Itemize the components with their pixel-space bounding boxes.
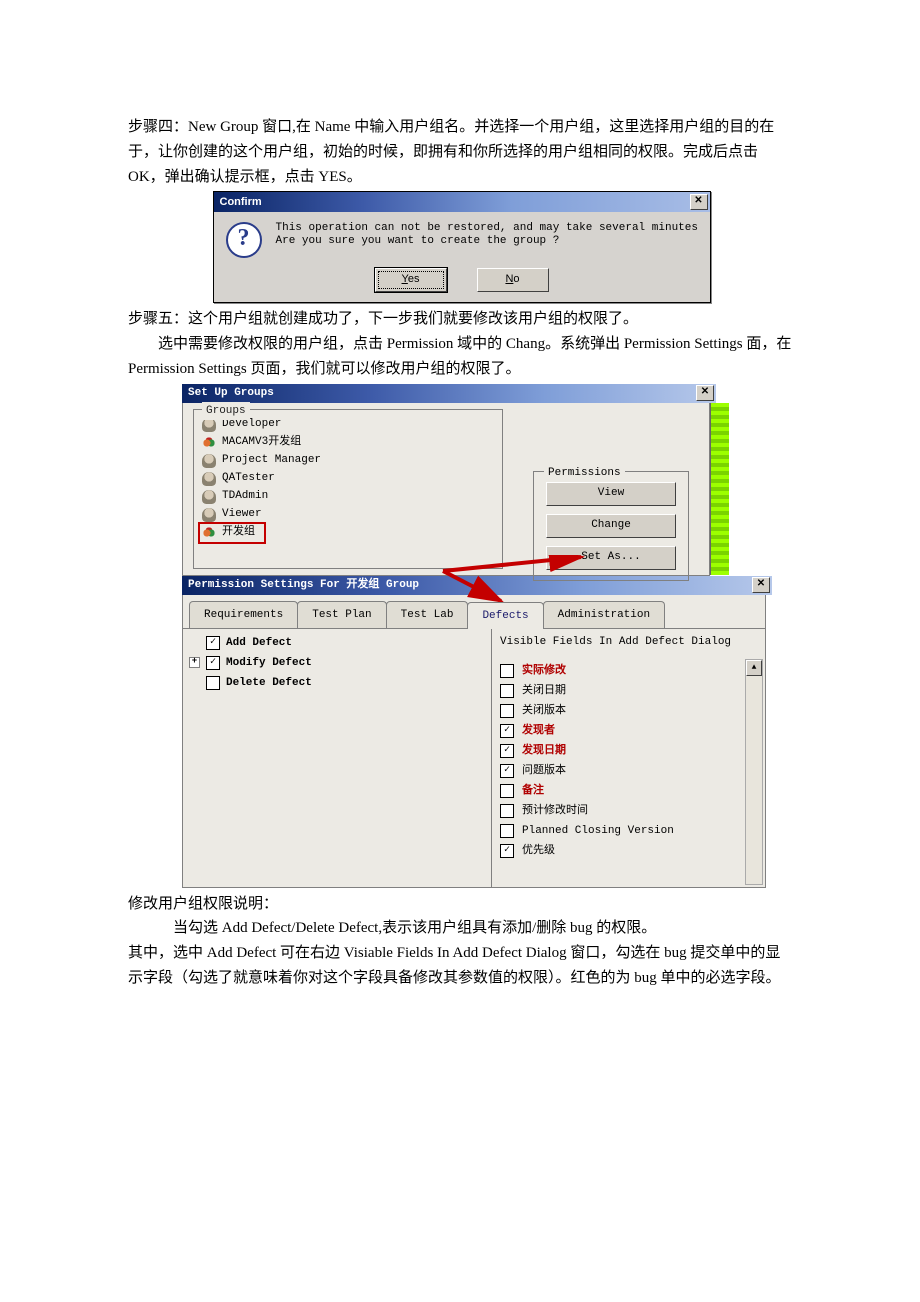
question-icon: ?: [226, 222, 262, 258]
field-row[interactable]: 发现者: [500, 721, 761, 741]
paragraph-perm-desc-heading: 修改用户组权限说明：: [128, 892, 795, 917]
confirm-titlebar: Confirm ✕: [214, 192, 710, 212]
yes-button[interactable]: Yes: [375, 268, 447, 292]
checkbox-icon[interactable]: [500, 664, 514, 678]
set-as-button[interactable]: Set As...: [546, 546, 676, 570]
group-icon: [202, 526, 216, 540]
field-label: 关闭日期: [522, 682, 566, 700]
ruler-decor: [710, 403, 729, 575]
field-row[interactable]: 问题版本: [500, 761, 761, 781]
field-row[interactable]: 实际修改: [500, 661, 761, 681]
user-icon: [202, 508, 216, 522]
user-icon: [202, 472, 216, 486]
group-item-qatester[interactable]: QATester: [202, 470, 494, 488]
checkbox-icon[interactable]: [206, 636, 220, 650]
no-button[interactable]: No: [477, 268, 549, 292]
user-icon: [202, 490, 216, 504]
confirm-dialog-figure: Confirm ✕ ? This operation can not be re…: [128, 191, 795, 303]
checkbox-icon[interactable]: [500, 844, 514, 858]
defect-op-delete[interactable]: Delete Defect: [189, 673, 485, 693]
checkbox-icon[interactable]: [500, 704, 514, 718]
tab-test-lab[interactable]: Test Lab: [386, 601, 469, 628]
field-row[interactable]: 发现日期: [500, 741, 761, 761]
checkbox-icon[interactable]: [500, 684, 514, 698]
field-row[interactable]: 关闭日期: [500, 681, 761, 701]
close-icon[interactable]: ✕: [696, 385, 714, 401]
visible-fields-heading: Visible Fields In Add Defect Dialog: [500, 633, 761, 651]
scrollbar[interactable]: ▲: [745, 659, 763, 885]
checkbox-icon[interactable]: [500, 724, 514, 738]
paragraph-step5b: 选中需要修改权限的用户组，点击 Permission 域中的 Chang。系统弹…: [128, 332, 795, 382]
field-label: 发现日期: [522, 742, 566, 760]
checkbox-icon[interactable]: [500, 744, 514, 758]
user-icon: [202, 454, 216, 468]
checkbox-icon[interactable]: [500, 784, 514, 798]
checkbox-icon[interactable]: [500, 764, 514, 778]
confirm-message: This operation can not be restored, and …: [276, 222, 698, 258]
group-item-devgroup-selected[interactable]: 开发组: [200, 524, 264, 542]
field-row[interactable]: 优先级: [500, 841, 761, 861]
field-row[interactable]: 关闭版本: [500, 701, 761, 721]
paragraph-perm-desc-1: 当勾选 Add Defect/Delete Defect,表示该用户组具有添加/…: [128, 916, 795, 941]
tab-requirements[interactable]: Requirements: [189, 601, 298, 628]
checkbox-icon[interactable]: [500, 804, 514, 818]
groups-legend: Groups: [202, 402, 250, 420]
confirm-title-text: Confirm: [220, 193, 262, 211]
checkbox-icon[interactable]: [206, 676, 220, 690]
paragraph-perm-desc-2: 其中，选中 Add Defect 可在右边 Visiable Fields In…: [128, 941, 795, 991]
permission-settings-title: Permission Settings For 开发组 Group: [188, 576, 419, 594]
close-icon[interactable]: ✕: [690, 194, 708, 210]
view-button[interactable]: View: [546, 482, 676, 506]
setup-groups-title: Set Up Groups: [188, 384, 274, 402]
field-label: 关闭版本: [522, 702, 566, 720]
scroll-up-icon[interactable]: ▲: [746, 660, 762, 676]
field-row[interactable]: Planned Closing Version: [500, 821, 761, 841]
field-label: 问题版本: [522, 762, 566, 780]
field-row[interactable]: 预计修改时间: [500, 801, 761, 821]
field-label: 预计修改时间: [522, 802, 588, 820]
expand-icon[interactable]: +: [189, 657, 200, 668]
groups-permission-figure: Set Up Groups ✕ Groups Developer MACAMV3…: [182, 384, 756, 888]
tab-defects[interactable]: Defects: [467, 602, 543, 629]
group-item-viewer[interactable]: Viewer: [202, 506, 494, 524]
defect-op-modify[interactable]: + Modify Defect: [189, 653, 485, 673]
field-label: Planned Closing Version: [522, 822, 674, 840]
field-label: 实际修改: [522, 662, 566, 680]
field-label: 发现者: [522, 722, 555, 740]
defect-op-add[interactable]: Add Defect: [189, 633, 485, 653]
checkbox-icon[interactable]: [206, 656, 220, 670]
group-item-tdadmin[interactable]: TDAdmin: [202, 488, 494, 506]
tab-test-plan[interactable]: Test Plan: [297, 601, 386, 628]
paragraph-step4: 步骤四：New Group 窗口,在 Name 中输入用户组名。并选择一个用户组…: [128, 115, 795, 189]
field-row[interactable]: 备注: [500, 781, 761, 801]
group-icon: [202, 436, 216, 450]
field-label: 备注: [522, 782, 544, 800]
field-label: 优先级: [522, 842, 555, 860]
permissions-legend: Permissions: [544, 464, 625, 482]
change-button[interactable]: Change: [546, 514, 676, 538]
close-icon[interactable]: ✕: [752, 577, 770, 593]
group-item-pm[interactable]: Project Manager: [202, 452, 494, 470]
group-item-macamv3[interactable]: MACAMV3开发组: [202, 434, 494, 452]
checkbox-icon[interactable]: [500, 824, 514, 838]
paragraph-step5a: 步骤五：这个用户组就创建成功了，下一步我们就要修改该用户组的权限了。: [128, 307, 795, 332]
tab-administration[interactable]: Administration: [543, 601, 665, 628]
